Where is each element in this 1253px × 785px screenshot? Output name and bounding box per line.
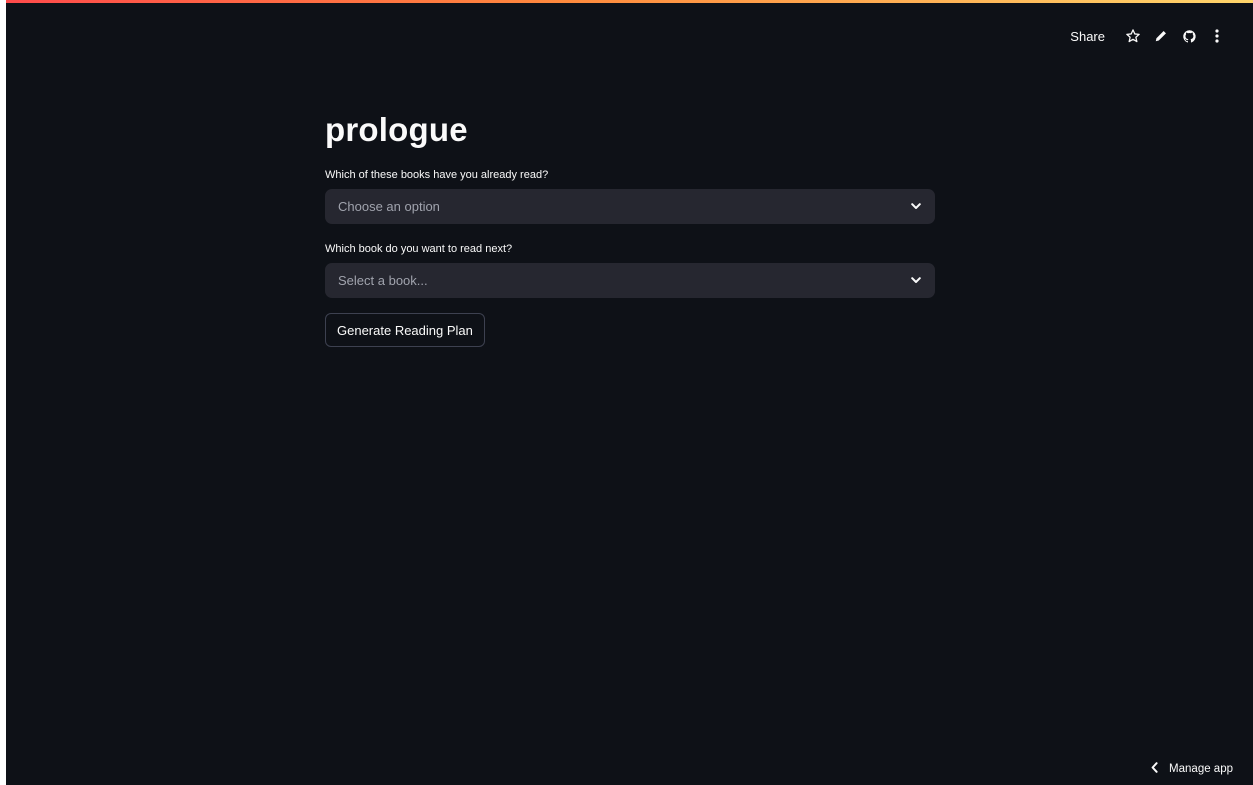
manage-app-label: Manage app xyxy=(1169,763,1233,775)
kebab-menu-icon[interactable] xyxy=(1203,24,1231,48)
next-book-label: Which book do you want to read next? xyxy=(325,243,513,255)
read-books-placeholder: Choose an option xyxy=(338,199,440,214)
page-title: prologue xyxy=(325,111,468,148)
next-book-placeholder: Select a book... xyxy=(338,273,428,288)
read-books-multiselect[interactable]: Choose an option xyxy=(325,189,935,224)
app-toolbar: Share xyxy=(1070,24,1231,48)
app-viewport: Share prologue Which of these books have… xyxy=(6,0,1253,785)
generate-reading-plan-button[interactable]: Generate Reading Plan xyxy=(325,313,485,347)
star-icon[interactable] xyxy=(1119,24,1147,48)
header-decoration-bar xyxy=(6,0,1253,3)
chevron-down-icon[interactable] xyxy=(909,200,923,214)
manage-app-button[interactable]: Manage app xyxy=(1151,762,1233,776)
read-books-label: Which of these books have you already re… xyxy=(325,169,549,181)
main-content: prologue Which of these books have you a… xyxy=(325,108,935,347)
chevron-left-icon xyxy=(1151,762,1158,776)
next-book-select[interactable]: Select a book... xyxy=(325,263,935,298)
github-icon[interactable] xyxy=(1175,24,1203,48)
pencil-icon[interactable] xyxy=(1147,24,1175,48)
share-button[interactable]: Share xyxy=(1070,29,1105,44)
chevron-down-icon[interactable] xyxy=(909,274,923,288)
